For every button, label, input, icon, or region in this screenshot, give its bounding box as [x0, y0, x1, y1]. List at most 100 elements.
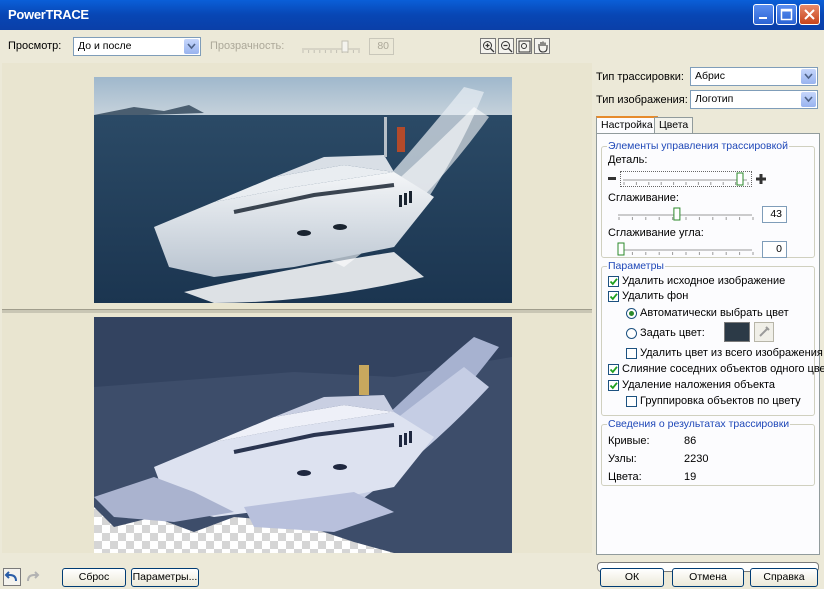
trace-type-select[interactable]: Абрис [690, 67, 818, 86]
trace-controls-group: Элементы управления трассировкой Деталь:… [601, 140, 815, 258]
preview-label: Просмотр: [8, 40, 62, 52]
fit-window-icon [518, 40, 531, 53]
tab-content: Элементы управления трассировкой Деталь:… [596, 133, 824, 555]
parameters-group: Параметры Удалить исходное изображение У… [601, 260, 824, 416]
trace-type-value: Абрис [695, 70, 725, 82]
tab-colors[interactable]: Цвета [654, 117, 694, 133]
corner-smoothing-value[interactable]: 0 [762, 241, 787, 258]
results-group: Сведения о результатах трассировки Кривы… [601, 418, 815, 486]
transparency-slider-graphic [302, 40, 360, 53]
zoom-out-button[interactable] [498, 38, 514, 54]
redo-icon [27, 571, 40, 582]
color-swatch[interactable] [724, 322, 750, 342]
corner-smoothing-label: Сглаживание угла: [608, 227, 704, 239]
parameters-title: Параметры [607, 260, 665, 272]
group-by-color-checkbox[interactable] [626, 396, 637, 407]
remove-overlap-checkbox[interactable] [608, 380, 619, 391]
chevron-down-icon [801, 69, 816, 84]
image-type-label: Тип изображения: [596, 94, 688, 106]
smoothing-slider-graphic [618, 207, 754, 221]
colors-label: Цвета: [608, 471, 642, 483]
maximize-icon [780, 8, 793, 21]
trace-controls-title: Элементы управления трассировкой [607, 140, 790, 152]
chevron-down-icon [801, 92, 816, 107]
options-button[interactable]: Параметры... [131, 568, 199, 587]
hand-icon [538, 41, 548, 53]
transparency-number: 80 [377, 40, 389, 52]
zoom-in-button[interactable] [480, 38, 496, 54]
remove-color-all-checkbox[interactable] [626, 348, 637, 359]
remove-background-checkbox[interactable] [608, 291, 619, 302]
corner-smoothing-slider[interactable] [616, 242, 756, 256]
chevron-down-icon [184, 39, 199, 54]
delete-original-label[interactable]: Удалить исходное изображение [622, 275, 785, 287]
undo-icon [3, 568, 21, 586]
zoom-in-icon [483, 41, 495, 53]
traced-image [94, 317, 512, 553]
slider-thumb [617, 242, 625, 256]
checkmark-icon [609, 382, 618, 390]
colors-value: 19 [684, 471, 697, 483]
checkmark-icon [609, 293, 618, 301]
nodes-label: Узлы: [608, 453, 637, 465]
transparency-value[interactable]: 80 [369, 38, 394, 55]
help-button[interactable]: Справка [750, 568, 818, 587]
curves-label: Кривые: [608, 435, 650, 447]
window-title: PowerTRACE [8, 7, 89, 22]
eyedropper-button[interactable] [754, 322, 774, 342]
image-type-select[interactable]: Логотип [690, 90, 818, 109]
fit-to-window-button[interactable] [516, 38, 532, 54]
traced-yacht-preview [94, 317, 512, 553]
remove-background-label[interactable]: Удалить фон [622, 290, 688, 302]
smoothing-slider[interactable] [616, 207, 756, 221]
title-bar: PowerTRACE [0, 0, 824, 30]
close-icon [804, 9, 815, 20]
checkmark-icon [609, 366, 618, 374]
set-color-label[interactable]: Задать цвет: [640, 327, 705, 339]
preview-divider[interactable] [2, 309, 592, 313]
image-type-value: Логотип [695, 93, 734, 105]
original-image [94, 77, 512, 303]
transparency-slider[interactable] [300, 40, 362, 53]
close-button[interactable] [799, 4, 820, 25]
cancel-button[interactable]: Отмена [672, 568, 744, 587]
trace-type-label: Тип трассировки: [596, 71, 684, 83]
top-toolbar: Просмотр: До и после Прозрачность: 80 [0, 30, 824, 62]
detail-label: Деталь: [608, 154, 648, 166]
corner-number: 0 [776, 243, 782, 255]
reset-button[interactable]: Сброс [62, 568, 126, 587]
maximize-button[interactable] [776, 4, 797, 25]
radio-dot [629, 311, 634, 316]
auto-color-radio[interactable] [626, 308, 637, 319]
preview-mode-select[interactable]: До и после [73, 37, 201, 56]
yacht-photo [94, 77, 512, 303]
delete-original-checkbox[interactable] [608, 276, 619, 287]
redo-button[interactable] [23, 568, 41, 586]
smoothing-label: Сглаживание: [608, 192, 679, 204]
remove-overlap-label[interactable]: Удаление наложения объекта [622, 379, 775, 391]
set-color-radio[interactable] [626, 328, 637, 339]
curves-value: 86 [684, 435, 697, 447]
nodes-value: 2230 [684, 453, 709, 465]
ok-button[interactable]: ОК [600, 568, 664, 587]
minimize-button[interactable] [753, 4, 774, 25]
merge-adjacent-label[interactable]: Слияние соседних объектов одного цвета [622, 363, 824, 375]
minimize-icon [759, 17, 767, 19]
results-title: Сведения о результатах трассировки [607, 418, 791, 430]
group-by-color-label[interactable]: Группировка объектов по цвету [640, 395, 801, 407]
remove-color-all-label[interactable]: Удалить цвет из всего изображения [640, 347, 823, 359]
detail-slider[interactable] [620, 171, 752, 187]
smoothing-value[interactable]: 43 [762, 206, 787, 223]
checkmark-icon [609, 278, 618, 286]
preview-area[interactable] [2, 63, 592, 553]
merge-adjacent-checkbox[interactable] [608, 364, 619, 375]
preview-mode-value: До и после [78, 40, 132, 52]
corner-slider-graphic [617, 242, 754, 256]
zoom-out-icon [501, 41, 513, 53]
settings-panel: Тип трассировки: Абрис Тип изображения: … [592, 63, 824, 561]
minus-icon [608, 177, 616, 180]
detail-slider-graphic [623, 172, 749, 186]
undo-button[interactable] [3, 568, 21, 586]
pan-button[interactable] [534, 38, 550, 54]
auto-color-label[interactable]: Автоматически выбрать цвет [640, 307, 789, 319]
